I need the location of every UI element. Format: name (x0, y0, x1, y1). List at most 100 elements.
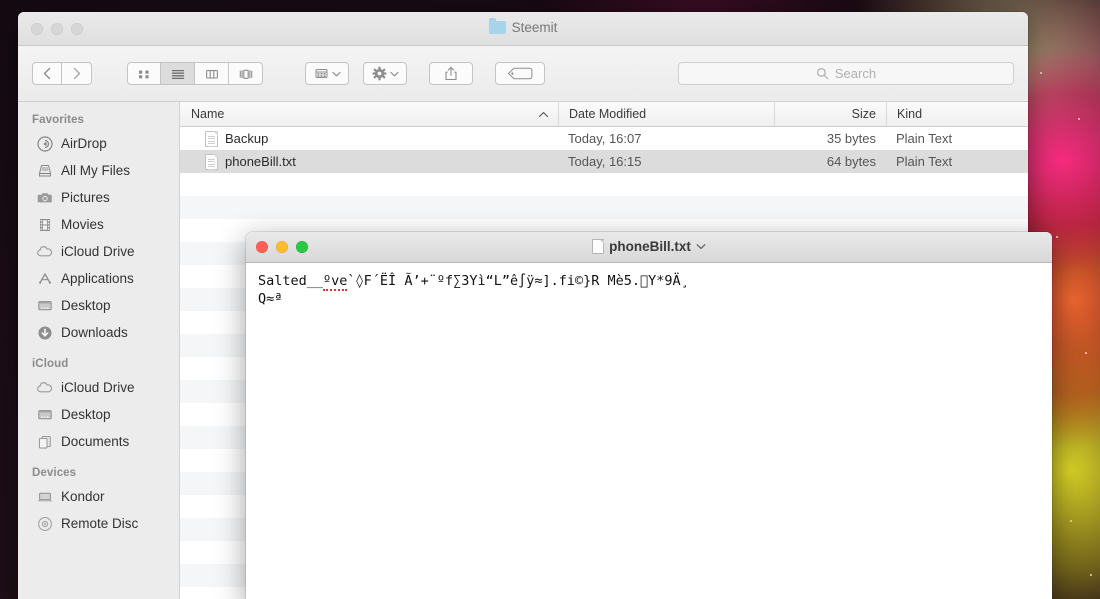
sidebar-item-icloud-drive-2[interactable]: iCloud Drive (18, 374, 179, 401)
sidebar-item-label: Downloads (61, 325, 128, 340)
sidebar-item-remote-disc[interactable]: Remote Disc (18, 510, 179, 537)
text-content-rest: `◊F´ËÎ Ã’+¨ºf∑3Yì“L”ê∫ÿ≈].fi©}R Mè5.Y*9… (347, 273, 689, 289)
share-button[interactable] (429, 62, 473, 85)
column-view-button[interactable] (195, 62, 229, 85)
laptop-icon (36, 488, 53, 505)
sidebar-item-downloads[interactable]: Downloads (18, 319, 179, 346)
finder-sidebar[interactable]: Favorites AirDrop All My Files Pictures (18, 102, 180, 599)
finder-toolbar[interactable]: Search (18, 46, 1028, 102)
sidebar-item-label: Desktop (61, 407, 111, 422)
column-headers[interactable]: Name Date Modified Size Kind (180, 102, 1028, 127)
table-row[interactable]: phoneBill.txt Today, 16:15 64 bytes Plai… (180, 150, 1028, 173)
sidebar-item-label: Documents (61, 434, 130, 449)
downloads-icon (36, 324, 53, 341)
finder-titlebar[interactable]: Steemit (18, 12, 1028, 46)
file-name-cell[interactable]: phoneBill.txt (180, 153, 558, 170)
disc-icon (36, 515, 53, 532)
sidebar-item-label: AirDrop (61, 136, 107, 151)
sidebar-item-icloud-drive[interactable]: iCloud Drive (18, 238, 179, 265)
sidebar-item-pictures[interactable]: Pictures (18, 184, 179, 211)
documents-icon (36, 433, 53, 450)
forward-button[interactable] (62, 62, 92, 85)
column-header-kind[interactable]: Kind (886, 102, 1028, 127)
file-kind-cell: Plain Text (896, 154, 953, 169)
file-rows[interactable]: Backup Today, 16:07 35 bytes Plain Text … (180, 127, 1028, 173)
document-icon (592, 239, 605, 254)
sidebar-item-label: Kondor (61, 489, 105, 504)
search-container[interactable]: Search (678, 62, 1014, 85)
finder-title-text: Steemit (511, 20, 558, 35)
sidebar-item-airdrop[interactable]: AirDrop (18, 130, 179, 157)
sidebar-item-desktop[interactable]: Desktop (18, 292, 179, 319)
sidebar-item-label: Applications (61, 271, 134, 286)
finder-window-title: Steemit (18, 18, 1028, 35)
sidebar-item-label: Pictures (61, 190, 110, 205)
gear-icon (372, 66, 386, 81)
sidebar-item-applications[interactable]: Applications (18, 265, 179, 292)
column-header-name-label: Name (191, 107, 225, 121)
textedit-title-text: phoneBill.txt (609, 239, 691, 254)
chevron-down-icon[interactable] (696, 243, 706, 250)
arrange-button[interactable] (305, 62, 349, 85)
sidebar-item-desktop-2[interactable]: Desktop (18, 401, 179, 428)
coverflow-view-button[interactable] (229, 62, 263, 85)
action-button[interactable] (363, 62, 407, 85)
plain-text-file-icon (205, 153, 218, 170)
textedit-window-title[interactable]: phoneBill.txt (246, 239, 1052, 254)
column-header-kind-label: Kind (897, 107, 923, 121)
sort-ascending-icon (538, 107, 549, 121)
tags-button[interactable] (495, 62, 545, 85)
file-size-cell: 35 bytes (826, 131, 876, 146)
file-date-cell: Today, 16:07 (568, 131, 642, 146)
icloud-icon (36, 243, 53, 260)
chevron-down-icon (389, 71, 399, 76)
text-content-misspelled: ºve (323, 273, 348, 291)
sidebar-item-documents[interactable]: Documents (18, 428, 179, 455)
icon-view-button[interactable] (127, 62, 161, 85)
textedit-titlebar[interactable]: phoneBill.txt (246, 232, 1052, 263)
sidebar-item-label: iCloud Drive (61, 244, 135, 259)
sidebar-section-favorites: Favorites (32, 114, 85, 126)
view-mode-segmented-control[interactable] (127, 62, 263, 85)
plain-text-file-icon (205, 130, 218, 147)
sidebar-item-all-my-files[interactable]: All My Files (18, 157, 179, 184)
sidebar-item-label: Desktop (61, 298, 111, 313)
file-name-text: phoneBill.txt (225, 154, 296, 169)
navigation-buttons[interactable] (32, 62, 92, 85)
table-row[interactable]: Backup Today, 16:07 35 bytes Plain Text (180, 127, 1028, 150)
share-icon (445, 66, 457, 81)
column-header-name[interactable]: Name (180, 102, 558, 127)
column-header-date-label: Date Modified (569, 107, 647, 121)
column-header-size-label: Size (851, 107, 876, 121)
sidebar-section-devices: Devices (32, 467, 77, 479)
sidebar-item-label: Remote Disc (61, 516, 139, 531)
icloud-icon (36, 379, 53, 396)
file-kind-cell: Plain Text (896, 131, 953, 146)
movies-icon (36, 216, 53, 233)
search-icon (816, 67, 829, 80)
pictures-icon (36, 189, 53, 206)
sidebar-item-label: All My Files (61, 163, 131, 178)
column-header-size[interactable]: Size (774, 102, 886, 127)
file-size-cell: 64 bytes (826, 154, 876, 169)
file-name-cell[interactable]: Backup (180, 130, 558, 147)
sidebar-item-label: Movies (61, 217, 104, 232)
tag-icon (507, 67, 533, 80)
search-placeholder: Search (834, 66, 877, 81)
applications-icon (36, 270, 53, 287)
desktop-icon (36, 406, 53, 423)
sidebar-item-movies[interactable]: Movies (18, 211, 179, 238)
text-content-prefix: Salted__ (258, 273, 324, 289)
sidebar-item-kondor[interactable]: Kondor (18, 483, 179, 510)
text-content-line2: Q≈ª (258, 291, 283, 307)
search-input[interactable]: Search (678, 62, 1014, 85)
textedit-window[interactable]: phoneBill.txt Salted__ºve`◊F´ËÎ Ã’+¨ºf∑3… (246, 232, 1052, 599)
list-view-button[interactable] (161, 62, 195, 85)
all-my-files-icon (36, 162, 53, 179)
back-button[interactable] (32, 62, 62, 85)
airdrop-icon (36, 135, 53, 152)
column-header-date-modified[interactable]: Date Modified (558, 102, 774, 127)
sidebar-section-icloud: iCloud (32, 358, 69, 370)
textedit-text-area[interactable]: Salted__ºve`◊F´ËÎ Ã’+¨ºf∑3Yì“L”ê∫ÿ≈].fi©… (246, 263, 1052, 599)
desktop-icon (36, 297, 53, 314)
